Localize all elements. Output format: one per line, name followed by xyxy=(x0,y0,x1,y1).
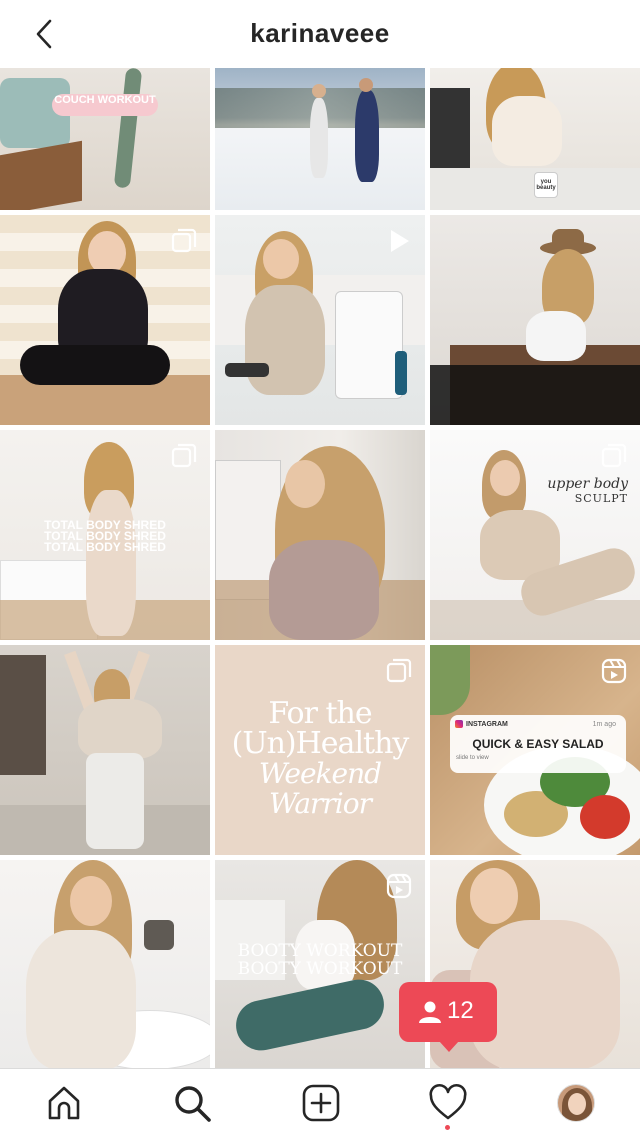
card-title: QUICK & EASY SALAD xyxy=(472,737,604,751)
post-total-body-shred[interactable]: TOTAL BODY SHRED TOTAL BODY SHRED TOTAL … xyxy=(0,430,210,640)
carousel-icon xyxy=(170,227,198,255)
post-coffee-mug[interactable] xyxy=(0,860,210,1068)
booty-workout-line-2: BOOTY WORKOUT xyxy=(237,959,403,979)
new-post-icon[interactable] xyxy=(301,1083,341,1123)
profile-avatar[interactable] xyxy=(557,1084,595,1122)
mug-text: you beauty xyxy=(536,179,556,191)
post-booty-workout[interactable]: BOOTY WORKOUT BOOTY WORKOUT xyxy=(215,860,425,1068)
reels-icon xyxy=(600,657,628,685)
sculpt-caps: SCULPT xyxy=(574,492,628,505)
new-followers-badge[interactable]: 12 xyxy=(399,982,497,1052)
post-couch-workout[interactable]: COUCH WORKOUT xyxy=(0,68,210,210)
bottom-nav-bar xyxy=(0,1068,640,1138)
activity-heart-icon[interactable] xyxy=(428,1083,468,1123)
quote-line-1: For the xyxy=(268,696,372,731)
badge-pointer xyxy=(439,1041,459,1052)
card-app-label: INSTAGRAM xyxy=(466,721,508,728)
quote-line-3: Weekend Warrior xyxy=(258,757,382,820)
post-kitchen[interactable]: you beauty xyxy=(430,68,640,210)
carousel-icon xyxy=(170,442,198,470)
top-bar: karinaveee xyxy=(0,0,640,68)
total-body-shred-line-3: TOTAL BODY SHRED xyxy=(44,540,166,554)
booty-workout-line-1: BOOTY WORKOUT xyxy=(237,941,403,961)
home-icon[interactable] xyxy=(44,1083,84,1123)
activity-indicator-dot xyxy=(445,1125,450,1130)
post-varsity-jacket[interactable] xyxy=(0,215,210,425)
upper-body-script: upper body xyxy=(547,476,628,492)
search-icon[interactable] xyxy=(172,1083,212,1123)
instagram-notification-card: INSTAGRAM 1m ago QUICK & EASY SALAD slid… xyxy=(450,715,626,773)
post-hat-selfie[interactable] xyxy=(430,215,640,425)
post-ski[interactable] xyxy=(215,68,425,210)
post-dumbbells[interactable] xyxy=(215,215,425,425)
card-subtext: slide to view xyxy=(456,755,489,761)
post-sunlit-portrait[interactable] xyxy=(215,430,425,640)
new-followers-count: 12 xyxy=(447,997,474,1024)
profile-username-title: karinaveee xyxy=(250,18,390,48)
video-play-icon xyxy=(385,227,413,255)
carousel-icon xyxy=(385,657,413,685)
post-upper-body-sculpt[interactable]: upper body SCULPT xyxy=(430,430,640,640)
post-grid: COUCH WORKOUT you beauty TOTAL BODY SHRE… xyxy=(0,68,640,1068)
card-time: 1m ago xyxy=(592,721,616,728)
instagram-icon xyxy=(455,720,463,728)
post-outdoor-cheer[interactable] xyxy=(0,645,210,855)
post-quick-easy-salad[interactable]: INSTAGRAM 1m ago QUICK & EASY SALAD slid… xyxy=(430,645,640,855)
quote-line-2: (Un)Healthy xyxy=(231,726,410,761)
post-weekend-warrior[interactable]: For the (Un)Healthy Weekend Warrior xyxy=(215,645,425,855)
reels-icon xyxy=(385,872,413,900)
couch-workout-tag: COUCH WORKOUT xyxy=(52,94,158,116)
carousel-icon xyxy=(600,442,628,470)
person-icon xyxy=(417,999,443,1025)
